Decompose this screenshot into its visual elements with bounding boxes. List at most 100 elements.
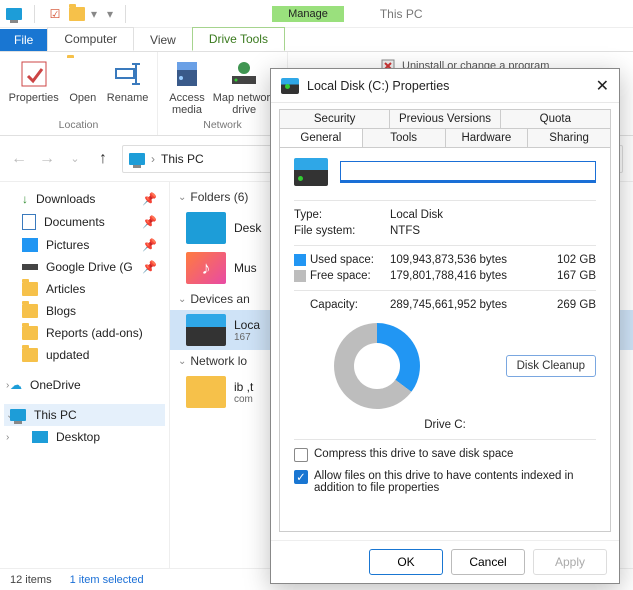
value-type: Local Disk (390, 209, 596, 221)
music-icon: ♪ (186, 252, 226, 284)
tree-desktop[interactable]: ›Desktop (4, 426, 165, 448)
folder-icon (22, 282, 38, 296)
tree-documents[interactable]: Documents📌 (4, 210, 165, 234)
document-icon (22, 214, 36, 230)
manage-context-tab[interactable]: Manage (272, 6, 344, 22)
tree-googledrive[interactable]: Google Drive (G📌 (4, 256, 165, 278)
chevron-right-icon[interactable]: › (6, 380, 9, 391)
value-free-h: 167 GB (536, 270, 596, 282)
label: Rename (107, 92, 149, 104)
close-button[interactable]: ✕ (596, 76, 609, 96)
tree-blogs[interactable]: Blogs (4, 300, 165, 322)
label: Access media (169, 92, 204, 116)
properties-icon (18, 58, 50, 90)
overflow-icon[interactable]: ▾ (107, 7, 113, 21)
forward-button[interactable]: → (38, 150, 56, 168)
compress-checkbox[interactable]: Compress this drive to save disk space (294, 448, 596, 462)
rename-icon (112, 58, 144, 90)
tab-view[interactable]: View (134, 29, 192, 51)
tab-hardware[interactable]: Hardware (446, 128, 529, 147)
tree-reports[interactable]: Reports (add-ons) (4, 322, 165, 344)
ribbon-group-location: Location (59, 117, 99, 133)
pin-icon: 📌 (142, 260, 157, 274)
desktop-icon (186, 212, 226, 244)
capacity-row: Capacity: 289,745,661,952 bytes 269 GB (294, 299, 596, 311)
value-used-h: 102 GB (536, 254, 596, 266)
properties-check-icon[interactable]: ☑ (47, 6, 63, 22)
tree-onedrive[interactable]: ›☁OneDrive (4, 374, 165, 396)
tree-pictures[interactable]: Pictures📌 (4, 234, 165, 256)
access-media-button[interactable]: Access media (169, 58, 204, 116)
nav-tree[interactable]: ↓Downloads📌 Documents📌 Pictures📌 Google … (0, 182, 170, 568)
tab-sharing[interactable]: Sharing (528, 128, 611, 147)
titlebar: ☑ ▾ ▾ Manage This PC (0, 0, 633, 28)
pc-icon (10, 409, 26, 421)
disk-cleanup-button[interactable]: Disk Cleanup (506, 355, 596, 377)
local-disk-icon (186, 314, 226, 346)
back-button[interactable]: ← (10, 150, 28, 168)
chevron-down-icon: ⌄ (178, 294, 186, 305)
drive-meta: Type: Local Disk File system: NTFS (294, 209, 596, 237)
dialog-titlebar[interactable]: Local Disk (C:) Properties ✕ (271, 69, 619, 103)
label: Map network drive (213, 92, 276, 116)
value-fs: NTFS (390, 225, 596, 237)
map-network-drive-button[interactable]: Map network drive (213, 58, 276, 116)
value-used-bytes: 109,943,873,536 bytes (390, 254, 530, 266)
folder-dropdown-icon[interactable] (69, 6, 85, 22)
tree-thispc[interactable]: ⌄This PC (4, 404, 165, 426)
quick-launch: ☑ ▾ ▾ (6, 5, 132, 23)
folder-icon (22, 326, 38, 340)
rename-button[interactable]: Rename (107, 58, 149, 104)
ribbon-group-network: Network (203, 117, 242, 133)
tree-articles[interactable]: Articles (4, 278, 165, 300)
label-type: Type: (294, 209, 384, 221)
drive-name-input[interactable] (340, 161, 596, 183)
breadcrumb-item[interactable]: This PC (161, 152, 204, 166)
cancel-button[interactable]: Cancel (451, 549, 525, 575)
ok-button[interactable]: OK (369, 549, 443, 575)
apply-button[interactable]: Apply (533, 549, 607, 575)
chevron-down-icon[interactable]: ▾ (91, 7, 97, 21)
tree-updated[interactable]: updated (4, 344, 165, 366)
up-button[interactable]: ↑ (94, 150, 112, 168)
pin-icon: 📌 (142, 238, 157, 252)
chevron-right-icon[interactable]: › (6, 432, 9, 443)
label: Properties (9, 92, 59, 104)
network-drive-icon (228, 58, 260, 90)
pin-icon: 📌 (142, 192, 157, 206)
tab-quota[interactable]: Quota (501, 109, 611, 128)
tab-computer[interactable]: Computer (47, 27, 134, 51)
open-button[interactable]: Open (67, 58, 99, 104)
pc-icon (129, 153, 145, 165)
tab-security[interactable]: Security (279, 109, 390, 128)
chevron-down-icon: ⌄ (178, 192, 186, 203)
index-checkbox[interactable]: ✓ Allow files on this drive to have cont… (294, 470, 596, 494)
label-fs: File system: (294, 225, 384, 237)
value-capacity-bytes: 289,745,661,952 bytes (390, 299, 530, 311)
history-dropdown[interactable]: ⌄ (66, 150, 84, 168)
download-icon: ↓ (22, 192, 28, 206)
dialog-tabs: Security Previous Versions Quota General… (271, 103, 619, 147)
status-selected-count: 1 item selected (70, 574, 144, 586)
dialog-buttons: OK Cancel Apply (271, 540, 619, 583)
ribbon-tabs: File Computer View Drive Tools (0, 28, 633, 52)
tab-tools[interactable]: Tools (363, 128, 446, 147)
desktop-icon (32, 431, 48, 443)
pictures-icon (22, 238, 38, 252)
drive-icon (294, 158, 328, 186)
tab-drive-tools[interactable]: Drive Tools (192, 27, 285, 51)
usage-chart-row: Disk Cleanup (294, 323, 596, 409)
properties-button[interactable]: Properties (9, 58, 59, 104)
properties-dialog: Local Disk (C:) Properties ✕ Security Pr… (270, 68, 620, 584)
value-capacity-h: 269 GB (536, 299, 596, 311)
tab-general[interactable]: General (279, 128, 363, 147)
label-free: Free space: (294, 270, 384, 282)
usage-chart-label: Drive C: (294, 419, 596, 431)
media-server-icon (171, 58, 203, 90)
tab-file[interactable]: File (0, 29, 47, 51)
drive-icon (22, 264, 38, 270)
window-title: This PC (380, 7, 423, 21)
label-used: Used space: (294, 254, 384, 266)
tree-downloads[interactable]: ↓Downloads📌 (4, 188, 165, 210)
tab-previous-versions[interactable]: Previous Versions (390, 109, 500, 128)
